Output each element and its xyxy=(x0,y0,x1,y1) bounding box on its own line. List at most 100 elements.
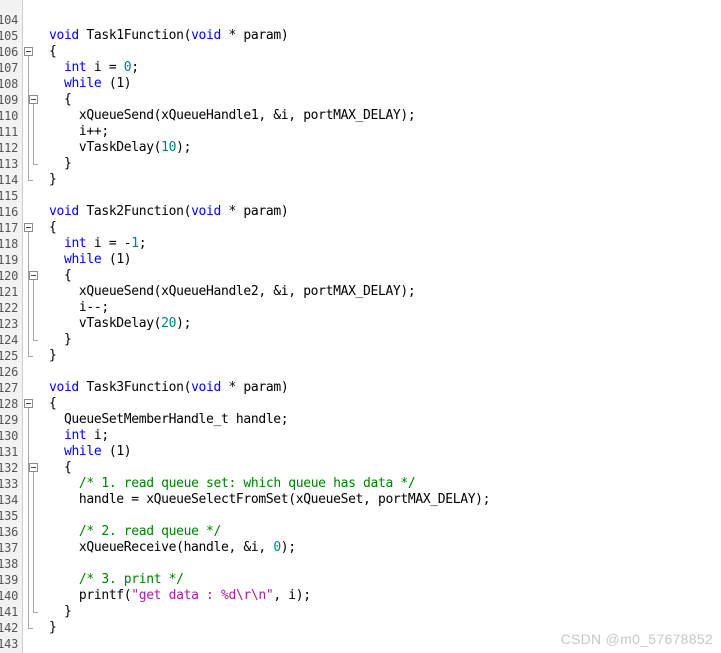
code-line[interactable]: { xyxy=(49,220,57,236)
code-line[interactable]: /* 2. read queue */ xyxy=(49,524,221,540)
line-number: 122 xyxy=(0,301,18,315)
code-token-pln: ; xyxy=(131,60,139,75)
code-line[interactable]: } xyxy=(49,604,72,620)
code-token-pln: { xyxy=(49,44,57,59)
code-line[interactable]: i++; xyxy=(49,124,109,140)
line-number: 115 xyxy=(0,189,18,203)
code-line[interactable]: while (1) xyxy=(49,76,132,92)
code-line[interactable]: /* 3. print */ xyxy=(49,572,184,588)
line-number: 125 xyxy=(0,349,18,363)
code-line[interactable]: { xyxy=(49,44,57,60)
code-token-num: 0 xyxy=(273,540,281,555)
code-line[interactable]: QueueSetMemberHandle_t handle; xyxy=(49,412,289,428)
code-line[interactable]: { xyxy=(49,460,72,476)
code-token-kw: void xyxy=(191,204,221,219)
code-token-kw: void xyxy=(49,28,79,43)
code-line[interactable] xyxy=(49,12,56,28)
code-token-pln xyxy=(49,524,79,539)
code-line[interactable]: void Task1Function(void * param) xyxy=(49,28,289,44)
code-line[interactable]: } xyxy=(49,332,72,348)
code-line[interactable]: void Task2Function(void * param) xyxy=(49,204,289,220)
code-editor[interactable]: 1041051061071081091101111121131141151161… xyxy=(0,0,721,653)
code-line[interactable] xyxy=(49,364,56,380)
code-line[interactable] xyxy=(49,636,56,652)
code-line[interactable]: xQueueSend(xQueueHandle2, &i, portMAX_DE… xyxy=(49,284,416,300)
code-token-pln: } xyxy=(49,332,72,347)
code-line[interactable]: int i = 0; xyxy=(49,60,139,76)
code-line[interactable]: /* 1. read queue set: which queue has da… xyxy=(49,476,416,492)
code-content-area[interactable]: void Task1Function(void * param){ int i … xyxy=(43,0,721,653)
code-line[interactable]: vTaskDelay(20); xyxy=(49,316,192,332)
line-number: 107 xyxy=(0,61,18,75)
code-token-kw: while xyxy=(63,252,102,267)
code-token-pln: ); xyxy=(176,316,192,331)
code-line[interactable]: while (1) xyxy=(49,252,132,268)
code-line[interactable]: { xyxy=(49,268,72,284)
code-line[interactable] xyxy=(49,556,56,572)
fold-toggle-task2-body[interactable] xyxy=(24,223,33,232)
line-number: 139 xyxy=(0,573,18,587)
code-token-pln xyxy=(49,444,64,459)
line-number: 117 xyxy=(0,221,18,235)
code-line[interactable]: handle = xQueueSelectFromSet(xQueueSet, … xyxy=(49,492,491,508)
fold-toggle-task1-while[interactable] xyxy=(29,95,38,104)
code-token-pln: ); xyxy=(176,140,192,155)
fold-region-line xyxy=(28,231,29,356)
fold-toggle-task1-body[interactable] xyxy=(24,47,33,56)
code-token-pln xyxy=(49,236,64,251)
code-line[interactable] xyxy=(49,188,56,204)
fold-toggle-task2-while[interactable] xyxy=(29,271,38,280)
code-token-cmt: /* 3. print */ xyxy=(78,572,184,587)
code-line[interactable]: } xyxy=(49,620,57,636)
code-token-pln: { xyxy=(49,460,72,475)
code-line[interactable]: printf("get data : %d\r\n", i); xyxy=(49,588,311,604)
code-token-kw: void xyxy=(49,204,79,219)
code-line[interactable]: } xyxy=(49,172,57,188)
line-number: 118 xyxy=(0,237,18,251)
line-number: 128 xyxy=(0,397,18,411)
line-number: 120 xyxy=(0,269,18,283)
code-token-pln: } xyxy=(49,348,57,363)
code-folding-gutter[interactable] xyxy=(23,0,43,653)
code-line[interactable]: xQueueSend(xQueueHandle1, &i, portMAX_DE… xyxy=(49,108,416,124)
code-line[interactable]: int i = -1; xyxy=(49,236,147,252)
fold-toggle-task3-body[interactable] xyxy=(24,399,33,408)
code-token-kw: void xyxy=(191,28,221,43)
code-token-kw: while xyxy=(63,444,102,459)
code-token-pln xyxy=(49,252,64,267)
line-number: 134 xyxy=(0,493,18,507)
code-line[interactable]: vTaskDelay(10); xyxy=(49,140,192,156)
code-token-pln: { xyxy=(49,268,72,283)
code-token-pln xyxy=(49,476,79,491)
line-number: 136 xyxy=(0,525,18,539)
fold-region-end-tick xyxy=(33,340,38,341)
code-line[interactable]: { xyxy=(49,396,57,412)
code-token-pln: } xyxy=(49,604,72,619)
line-number: 110 xyxy=(0,109,18,123)
fold-region-line xyxy=(33,471,34,612)
code-line[interactable]: } xyxy=(49,348,57,364)
fold-region-end-tick xyxy=(33,164,38,165)
code-line[interactable]: void Task3Function(void * param) xyxy=(49,380,289,396)
code-line[interactable]: i--; xyxy=(49,300,109,316)
line-number: 127 xyxy=(0,381,18,395)
fold-region-line xyxy=(28,55,29,180)
line-number: 105 xyxy=(0,29,18,43)
fold-region-end-tick xyxy=(28,628,33,629)
line-number: 106 xyxy=(0,45,18,59)
fold-toggle-task3-while[interactable] xyxy=(29,463,38,472)
code-token-pln: printf( xyxy=(49,588,132,603)
code-token-pln: vTaskDelay( xyxy=(49,316,162,331)
code-token-pln: i++; xyxy=(49,124,109,139)
code-line[interactable]: { xyxy=(49,92,72,108)
line-number: 126 xyxy=(0,365,18,379)
code-line[interactable]: while (1) xyxy=(49,444,132,460)
fold-region-line xyxy=(33,103,34,164)
code-line[interactable]: } xyxy=(49,156,72,172)
code-line[interactable]: xQueueReceive(handle, &i, 0); xyxy=(49,540,296,556)
code-line[interactable]: int i; xyxy=(49,428,109,444)
line-number: 132 xyxy=(0,461,18,475)
code-token-kw: int xyxy=(63,236,87,251)
code-token-pln: (1) xyxy=(101,444,132,459)
code-line[interactable] xyxy=(49,508,56,524)
